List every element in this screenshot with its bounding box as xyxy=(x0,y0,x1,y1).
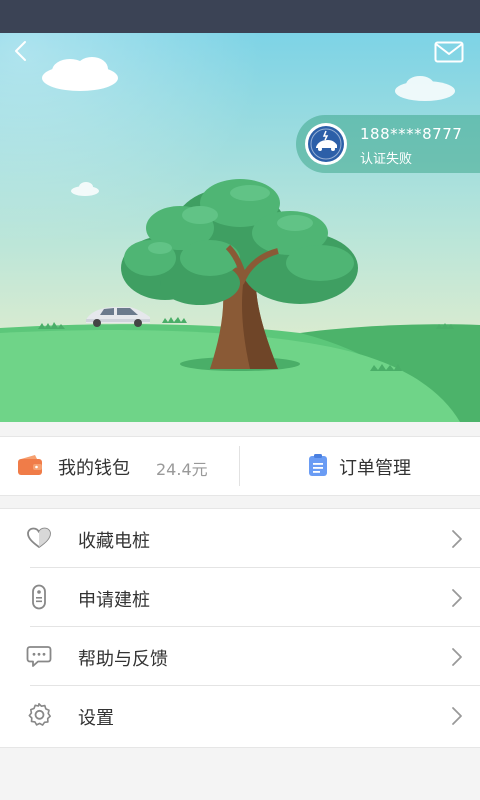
menu-item-label: 收藏电桩 xyxy=(78,531,150,552)
orders-button[interactable]: 订单管理 xyxy=(240,437,480,495)
orders-label: 订单管理 xyxy=(339,458,411,479)
menu-item-favorites[interactable]: 收藏电桩 xyxy=(0,509,480,568)
chat-bubble-icon xyxy=(26,646,52,667)
gear-icon xyxy=(28,703,51,726)
chevron-right-icon xyxy=(452,648,462,666)
account-badge[interactable]: 188****8777 认证失败 xyxy=(296,115,480,173)
charging-pile-icon xyxy=(32,584,46,610)
wallet-icon xyxy=(18,455,42,475)
menu-item-label: 申请建桩 xyxy=(78,590,150,611)
chevron-left-icon xyxy=(15,41,26,61)
hero-banner: 188****8777 认证失败 xyxy=(0,33,480,422)
status-bar xyxy=(0,0,480,33)
mail-icon xyxy=(434,41,464,63)
back-button[interactable] xyxy=(10,39,34,63)
menu-item-label: 设置 xyxy=(78,708,114,729)
wallet-button[interactable]: 我的钱包 24.4元 xyxy=(0,437,239,495)
chevron-right-icon xyxy=(452,530,462,548)
clipboard-icon xyxy=(309,454,327,476)
wallet-label: 我的钱包 xyxy=(58,458,130,479)
chevron-right-icon xyxy=(452,707,462,725)
menu-item-apply-pile[interactable]: 申请建桩 xyxy=(0,568,480,627)
menu-item-settings[interactable]: 设置 xyxy=(0,686,480,745)
avatar xyxy=(305,123,347,165)
quick-actions: 我的钱包 24.4元 订单管理 xyxy=(0,436,480,496)
menu-list: 收藏电桩 申请建桩 帮助与反馈 设置 xyxy=(0,508,480,748)
hero-illustration xyxy=(0,33,480,422)
account-phone: 188****8777 xyxy=(360,125,463,143)
wallet-balance: 24.4元 xyxy=(156,460,208,479)
chevron-right-icon xyxy=(452,589,462,607)
heart-icon xyxy=(27,527,51,548)
messages-button[interactable] xyxy=(434,41,464,63)
auth-status: 认证失败 xyxy=(360,152,413,167)
menu-item-help-feedback[interactable]: 帮助与反馈 xyxy=(0,627,480,686)
menu-item-label: 帮助与反馈 xyxy=(78,649,168,670)
